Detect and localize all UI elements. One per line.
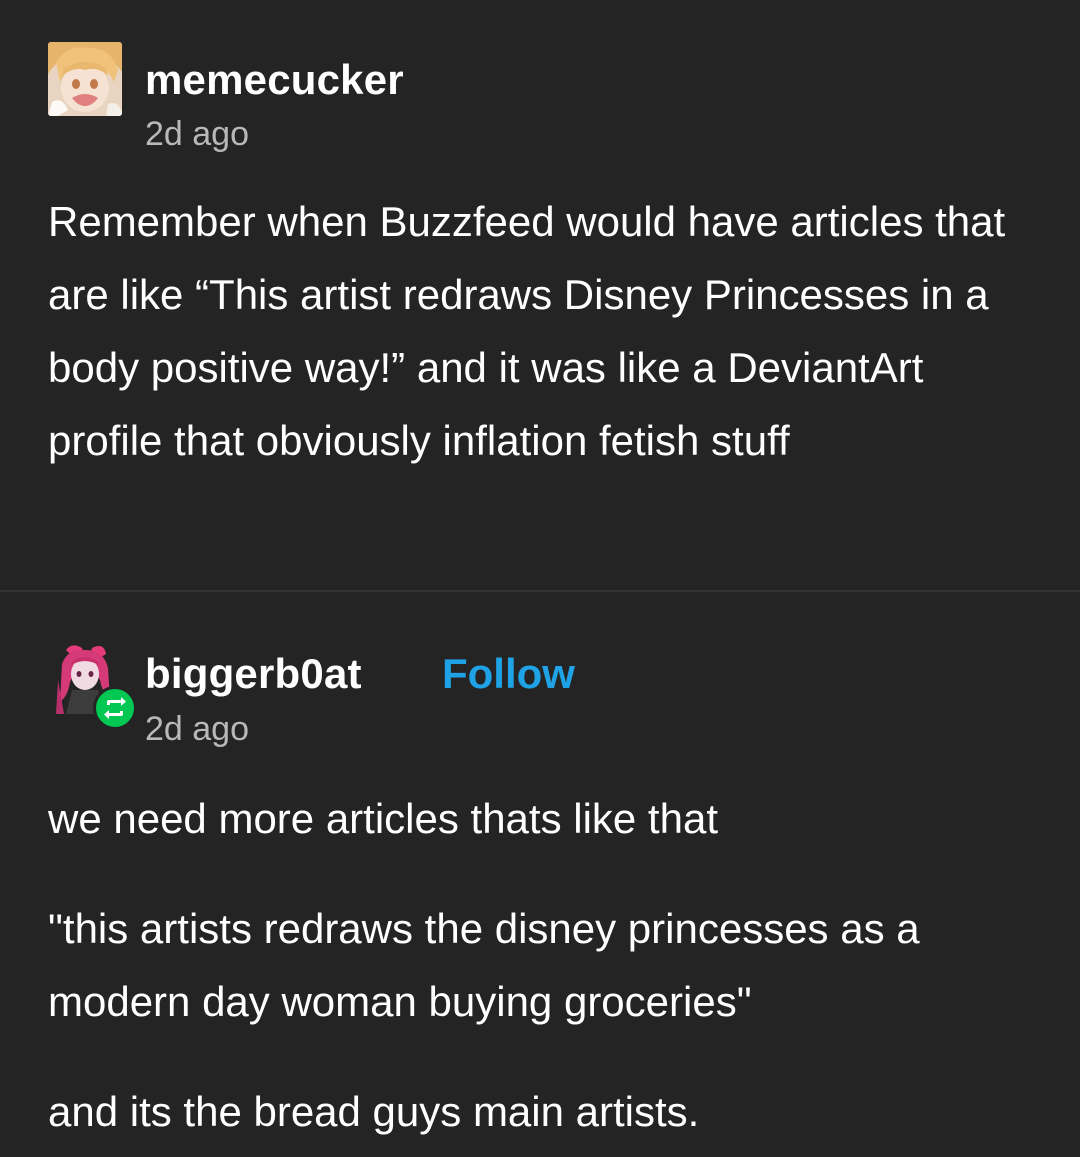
reblog-arrows-icon: [104, 697, 126, 719]
post-memecucker: memecucker 2d ago Remember when Buzzfeed…: [0, 0, 1080, 590]
follow-button[interactable]: Follow: [442, 650, 575, 698]
username[interactable]: biggerb0at: [145, 650, 362, 698]
post-paragraph: we need more articles thats like that: [48, 795, 718, 842]
post-timestamp: 2d ago: [145, 115, 249, 153]
username[interactable]: memecucker: [145, 56, 404, 104]
post-timestamp: 2d ago: [145, 710, 249, 748]
post-biggerb0at: biggerb0at Follow 2d ago we need more ar…: [0, 592, 1080, 1157]
reblog-icon: [93, 686, 137, 730]
anime-avatar-icon: [48, 42, 122, 116]
avatar-memecucker[interactable]: [48, 42, 122, 116]
post-paragraph: and its the bread guys main artists.: [48, 1088, 700, 1135]
post-body: Remember when Buzzfeed would have articl…: [48, 198, 1006, 464]
post-paragraph: "this artists redraws the disney princes…: [48, 905, 920, 1025]
